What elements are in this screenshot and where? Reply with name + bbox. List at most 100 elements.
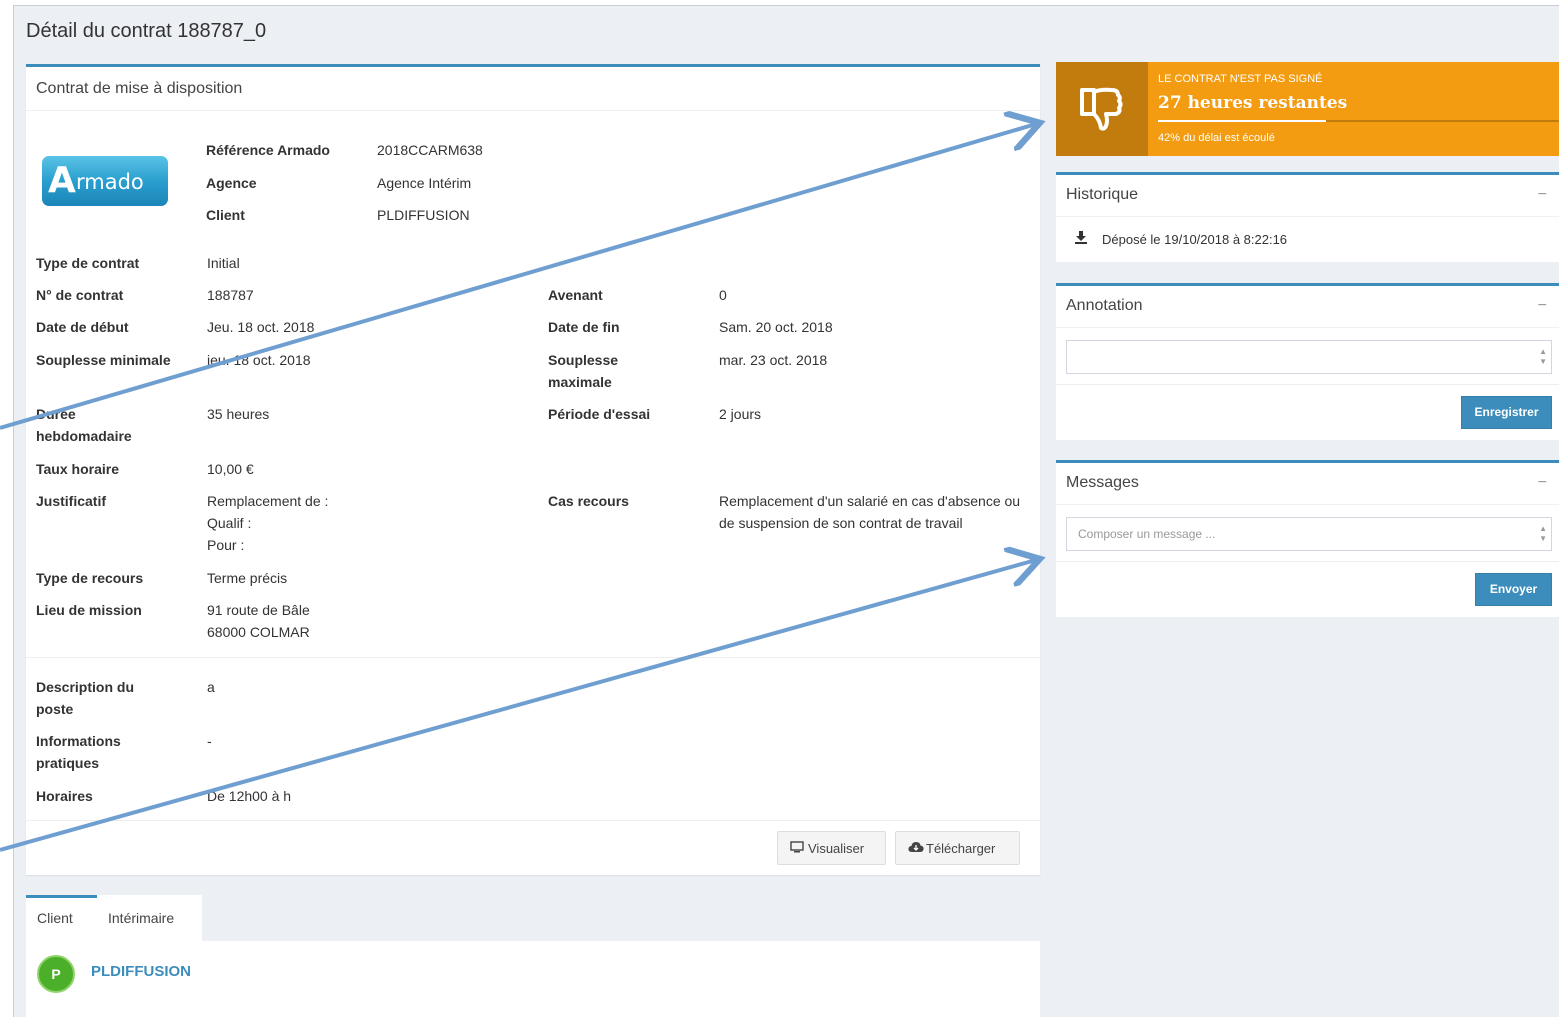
cas-recours-line2: de suspension de son contrat de travail xyxy=(719,515,963,531)
client-label: Client xyxy=(206,207,245,223)
status-label: LE CONTRAT N'EST PAS SIGNÉ xyxy=(1158,73,1323,85)
lieu-mission-line1: 91 route de Bâle xyxy=(207,602,310,618)
reference-label: Référence Armado xyxy=(206,142,330,158)
type-recours-label: Type de recours xyxy=(36,570,144,586)
lieu-mission-line2: 68000 COLMAR xyxy=(207,624,310,640)
annotation-panel: Annotation − ▲ ▼ Enregistrer xyxy=(1056,283,1559,440)
agence-value: Agence Intérim xyxy=(377,175,472,191)
messages-collapse-button[interactable]: − xyxy=(1538,463,1547,503)
message-placeholder: Composer un message ... xyxy=(1078,527,1216,541)
download-icon xyxy=(1074,230,1102,247)
num-contrat-label: N° de contrat xyxy=(36,287,124,303)
historique-entry: Déposé le 19/10/2018 à 8:22:16 xyxy=(1074,230,1287,247)
messages-title: Messages xyxy=(1066,474,1139,491)
souplesse-min-value: jeu. 18 oct. 2018 xyxy=(207,352,311,368)
historique-header: Historique − xyxy=(1056,175,1559,217)
messages-divider xyxy=(1056,561,1559,562)
telecharger-button[interactable]: Télécharger xyxy=(895,831,1020,865)
lieu-mission-label: Lieu de mission xyxy=(36,602,142,618)
description-value: a xyxy=(207,679,215,695)
tab-client[interactable]: Client xyxy=(26,895,97,941)
taux-horaire-label: Taux horaire xyxy=(36,461,119,477)
telecharger-label: Télécharger xyxy=(926,841,996,856)
annotation-title: Annotation xyxy=(1066,297,1143,314)
tab-interimaire[interactable]: Intérimaire xyxy=(97,895,202,941)
status-progress-bar xyxy=(1158,120,1559,122)
thumbs-down-icon xyxy=(1080,87,1123,131)
cloud-download-icon xyxy=(908,832,926,864)
date-fin-value: Sam. 20 oct. 2018 xyxy=(719,319,833,335)
messages-panel: Messages − Composer un message ... ▲ ▼ En… xyxy=(1056,460,1559,617)
client-avatar: P xyxy=(37,955,75,993)
souplesse-max-line2: maximale xyxy=(548,374,612,390)
visualiser-label: Visualiser xyxy=(808,841,865,856)
status-title: 27 heures restantes xyxy=(1158,93,1348,113)
type-contrat-value: Initial xyxy=(207,255,240,271)
annotation-header: Annotation − xyxy=(1056,286,1559,328)
cas-recours-label: Cas recours xyxy=(548,493,629,509)
periode-essai-value: 2 jours xyxy=(719,406,762,422)
enregistrer-button[interactable]: Enregistrer xyxy=(1461,396,1552,429)
duree-label-line2: hebdomadaire xyxy=(36,428,132,444)
client-name-link[interactable]: PLDIFFUSION xyxy=(91,963,191,980)
informations-label: Informations pratiques xyxy=(36,730,121,774)
historique-entry-text: Déposé le 19/10/2018 à 8:22:16 xyxy=(1102,232,1288,247)
informations-value: - xyxy=(207,733,212,749)
divider xyxy=(26,657,1040,658)
annotation-input[interactable]: ▲ ▼ xyxy=(1066,340,1552,374)
historique-panel: Historique − Déposé le 19/10/2018 à 8:22… xyxy=(1056,172,1559,262)
annotation-spinner[interactable]: ▲ ▼ xyxy=(1539,347,1547,367)
annotation-divider xyxy=(1056,384,1559,385)
envoyer-button[interactable]: Envoyer xyxy=(1475,573,1552,606)
justificatif-line2: Qualif : xyxy=(207,515,252,531)
status-icon-area xyxy=(1056,62,1148,156)
avenant-label: Avenant xyxy=(548,287,603,303)
souplesse-max-label: Souplesse maximale xyxy=(548,349,618,393)
souplesse-max-value: mar. 23 oct. 2018 xyxy=(719,352,828,368)
status-description: 42% du délai est écoulé xyxy=(1158,132,1275,144)
description-label-line2: poste xyxy=(36,701,74,717)
horaires-label: Horaires xyxy=(36,788,93,804)
cas-recours-line1: Remplacement d'un salarié en cas d'absen… xyxy=(719,493,1021,509)
periode-essai-label: Période d'essai xyxy=(548,406,651,422)
informations-label-line2: pratiques xyxy=(36,755,100,771)
duree-value: 35 heures xyxy=(207,406,270,422)
contract-panel-title: Contrat de mise à disposition xyxy=(26,67,1040,111)
description-label-line1: Description du xyxy=(36,679,135,695)
message-input[interactable]: Composer un message ... ▲ ▼ xyxy=(1066,517,1552,551)
date-debut-value: Jeu. 18 oct. 2018 xyxy=(207,319,315,335)
message-spinner[interactable]: ▲ ▼ xyxy=(1539,524,1547,544)
contract-status-box: LE CONTRAT N'EST PAS SIGNÉ 27 heures res… xyxy=(1056,62,1559,156)
justificatif-line3: Pour : xyxy=(207,537,245,553)
justificatif-value: Remplacement de : Qualif : Pour : xyxy=(207,490,328,556)
historique-collapse-button[interactable]: − xyxy=(1538,175,1547,215)
lieu-mission-value: 91 route de Bâle 68000 COLMAR xyxy=(207,599,310,643)
reference-value: 2018CCARM638 xyxy=(377,142,483,158)
date-debut-label: Date de début xyxy=(36,319,129,335)
description-label: Description du poste xyxy=(36,676,134,720)
page-title: Détail du contrat 188787_0 xyxy=(26,20,267,42)
avenant-value: 0 xyxy=(719,287,727,303)
historique-title: Historique xyxy=(1066,186,1139,203)
duree-label-line1: Durée xyxy=(36,406,76,422)
souplesse-min-label: Souplesse minimale xyxy=(36,352,171,368)
justificatif-label: Justificatif xyxy=(36,493,107,509)
cas-recours-value: Remplacement d'un salarié en cas d'absen… xyxy=(719,490,1020,534)
souplesse-max-line1: Souplesse xyxy=(548,352,619,368)
duree-label: Durée hebdomadaire xyxy=(36,403,132,447)
tabs-panel: Client Intérimaire P PLDIFFUSION xyxy=(26,895,1040,1017)
horaires-value: De 12h00 à h xyxy=(207,788,292,804)
armado-logo: Armado xyxy=(42,156,168,206)
date-fin-label: Date de fin xyxy=(548,319,620,335)
tab-content: P PLDIFFUSION xyxy=(26,941,1040,1017)
num-contrat-value: 188787 xyxy=(207,287,254,303)
monitor-icon xyxy=(790,832,808,864)
justificatif-line1: Remplacement de : xyxy=(207,493,329,509)
visualiser-button[interactable]: Visualiser xyxy=(777,831,886,865)
footer-divider xyxy=(26,820,1040,821)
annotation-collapse-button[interactable]: − xyxy=(1538,286,1547,326)
contract-panel: Contrat de mise à disposition Armado Réf… xyxy=(26,64,1040,875)
type-recours-value: Terme précis xyxy=(207,570,288,586)
status-progress-fill xyxy=(1158,120,1327,122)
client-value: PLDIFFUSION xyxy=(377,207,470,223)
